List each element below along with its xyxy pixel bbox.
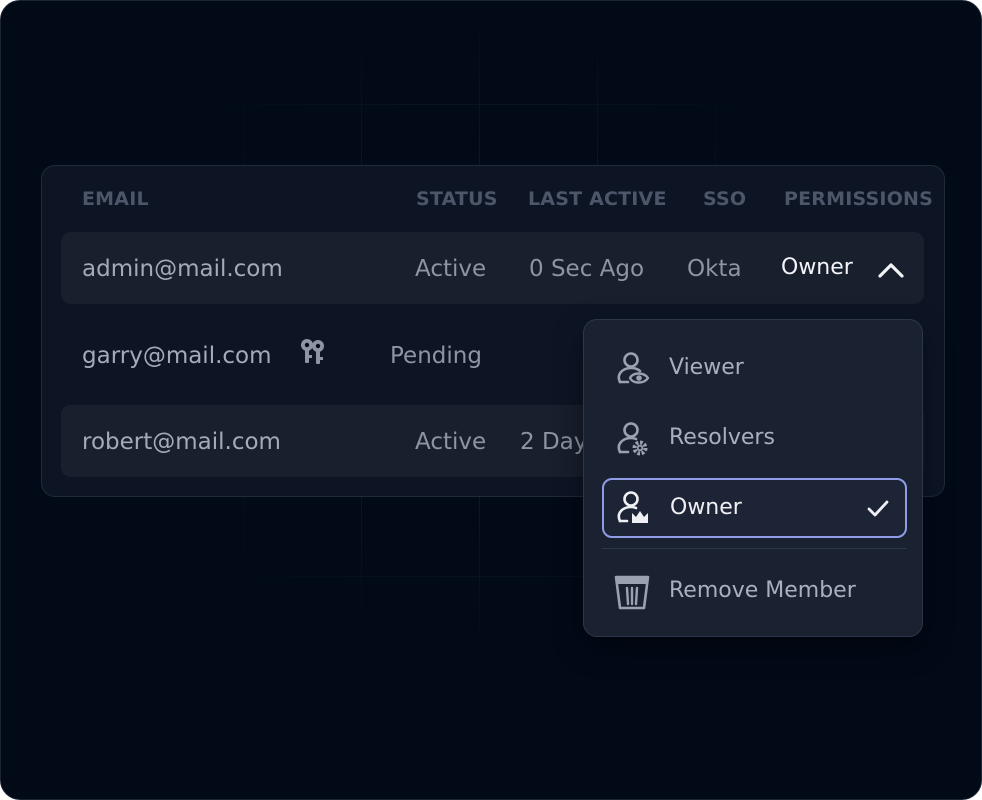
row-sso: Okta	[687, 256, 742, 282]
trash-icon	[614, 575, 650, 610]
row-status: Active	[415, 429, 487, 455]
row-last-active: 2 Day	[520, 429, 588, 455]
app-frame: EMAIL STATUS LAST ACTIVE SSO PERMISSIONS…	[0, 0, 982, 800]
row-status: Pending	[390, 343, 482, 369]
menu-item-label: Viewer	[669, 355, 744, 380]
user-gear-icon	[617, 422, 648, 456]
menu-item-viewer[interactable]: Viewer	[602, 338, 907, 398]
permission-select-value[interactable]: Owner	[781, 253, 853, 283]
menu-divider	[602, 548, 907, 549]
header-status[interactable]: STATUS	[416, 187, 498, 211]
header-email[interactable]: EMAIL	[82, 187, 149, 211]
menu-item-resolvers[interactable]: Resolvers	[602, 408, 907, 468]
row-status: Active	[415, 256, 487, 282]
menu-item-label: Owner	[670, 495, 742, 520]
header-last-active[interactable]: LAST ACTIVE	[528, 187, 667, 211]
menu-item-label: Resolvers	[669, 425, 775, 450]
row-email: admin@mail.com	[82, 256, 283, 282]
header-permissions[interactable]: PERMISSIONS	[784, 187, 933, 211]
user-eye-icon	[617, 352, 650, 384]
permissions-dropdown: Viewer Resolvers Owner Remove Member	[583, 319, 923, 637]
row-email: garry@mail.com	[82, 343, 272, 369]
keys-icon	[301, 339, 324, 364]
user-crown-icon	[617, 491, 648, 523]
menu-item-owner[interactable]: Owner	[602, 478, 907, 538]
menu-item-remove-member[interactable]: Remove Member	[602, 561, 907, 621]
menu-item-label: Remove Member	[669, 578, 856, 603]
chevron-up-icon[interactable]	[876, 257, 906, 281]
row-last-active: 0 Sec Ago	[529, 256, 645, 282]
header-sso[interactable]: SSO	[703, 187, 746, 211]
checkmark-icon	[867, 500, 889, 517]
row-email: robert@mail.com	[82, 429, 281, 455]
